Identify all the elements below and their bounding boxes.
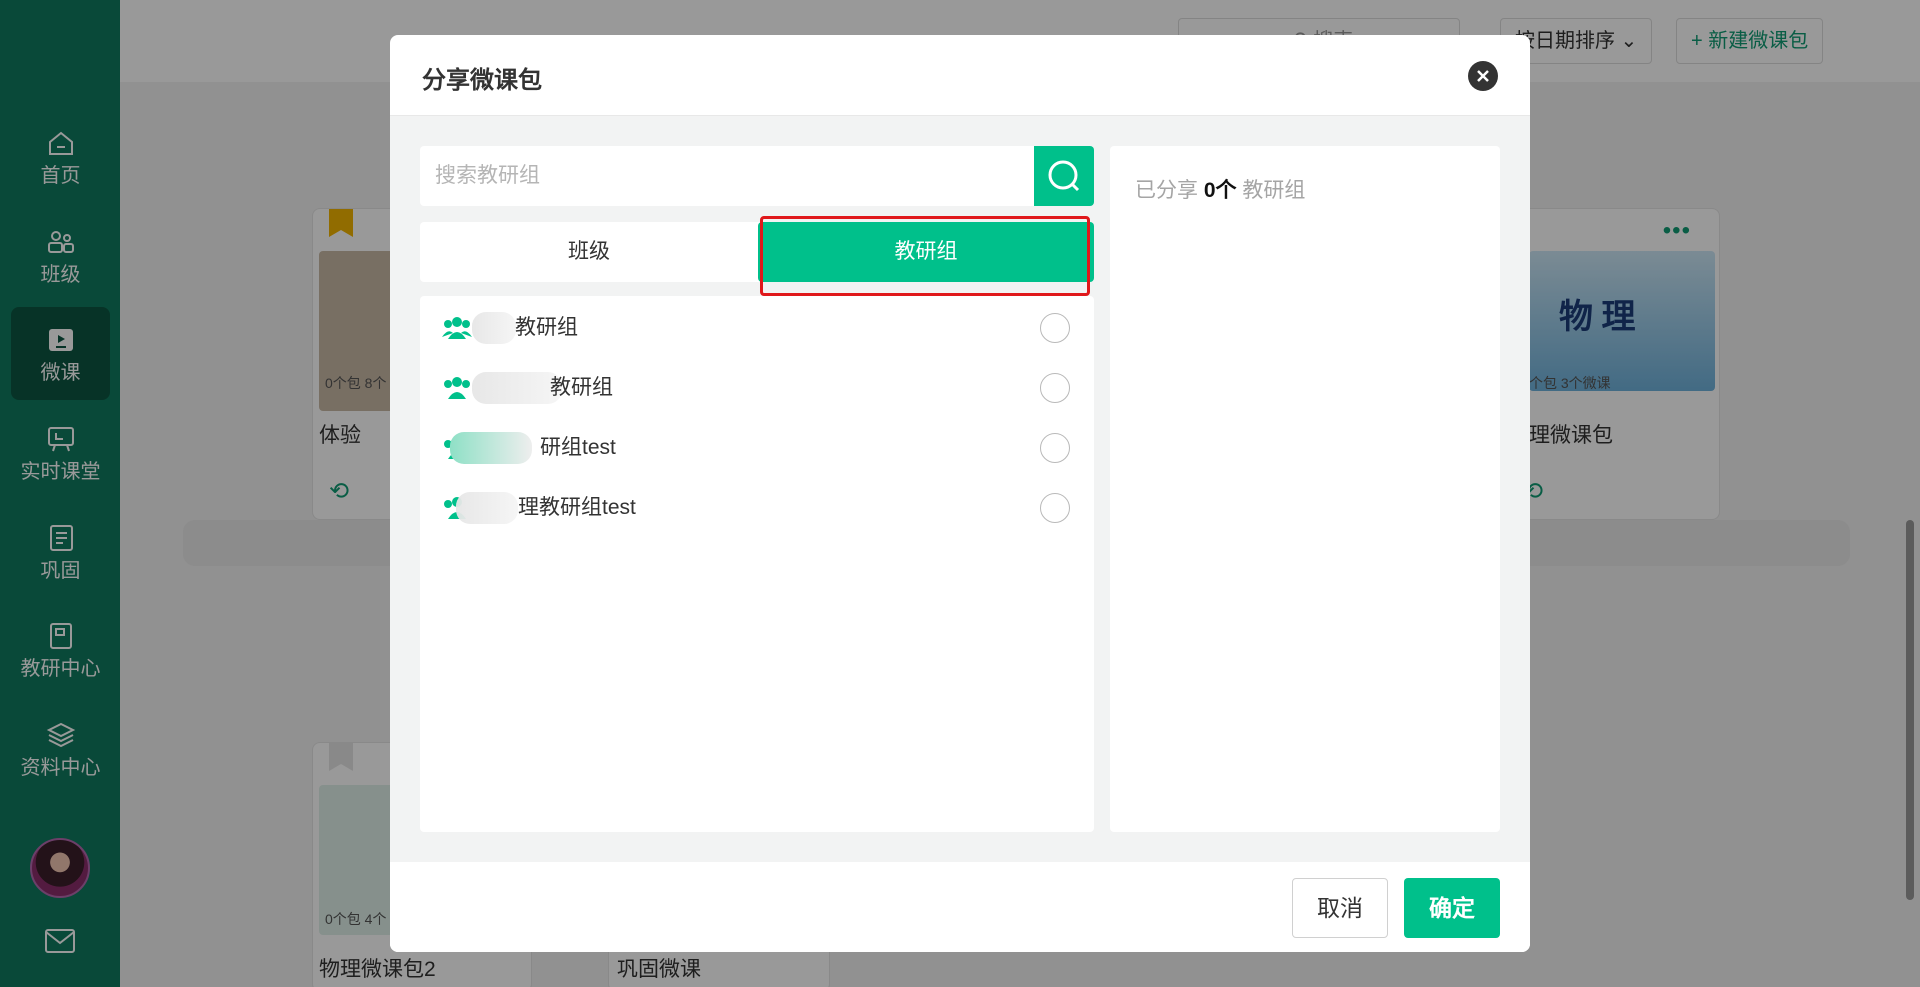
shared-panel: 已分享 0个 教研组: [1110, 146, 1500, 832]
close-icon: [1477, 70, 1489, 82]
dialog-body: 班级 教研组 教研组 教研组 研组test: [390, 116, 1530, 862]
shared-count: 0个: [1203, 179, 1237, 202]
shared-suffix: 教研组: [1242, 179, 1306, 202]
group-icon: [444, 377, 470, 399]
redacted-text: [450, 432, 532, 464]
tab-bar: 班级 教研组: [420, 222, 1094, 282]
group-search-input[interactable]: [420, 146, 1034, 206]
list-item[interactable]: 研组test: [420, 418, 1094, 478]
dialog-header: 分享微课包: [390, 35, 1530, 116]
list-item[interactable]: 理教研组test: [420, 478, 1094, 538]
close-button[interactable]: [1468, 61, 1498, 91]
cancel-button[interactable]: 取消: [1292, 878, 1388, 938]
group-radio[interactable]: [1040, 313, 1070, 343]
group-icon: [442, 317, 472, 339]
list-item[interactable]: 教研组: [420, 358, 1094, 418]
group-name: 研组test: [540, 436, 616, 459]
group-radio[interactable]: [1040, 433, 1070, 463]
group-radio[interactable]: [1040, 493, 1070, 523]
group-list: 教研组 教研组 研组test 理教研组test: [420, 296, 1094, 832]
redacted-text: [472, 312, 516, 344]
group-name: 教研组: [550, 376, 613, 399]
list-item[interactable]: 教研组: [420, 298, 1094, 358]
search-button[interactable]: [1034, 146, 1094, 206]
tab-research-group[interactable]: 教研组: [758, 222, 1094, 282]
group-name: 理教研组test: [518, 496, 636, 519]
share-dialog: 分享微课包 班级 教研组 教研组 教研组: [390, 35, 1530, 952]
group-search-field: [420, 146, 1034, 206]
group-radio[interactable]: [1040, 373, 1070, 403]
redacted-text: [472, 372, 562, 404]
shared-count-text: 已分享 0个 教研组: [1135, 174, 1305, 204]
group-name: 教研组: [515, 316, 578, 339]
dialog-title: 分享微课包: [422, 67, 542, 94]
shared-prefix: 已分享: [1135, 179, 1198, 202]
search-icon: [1048, 160, 1080, 192]
confirm-button[interactable]: 确定: [1404, 878, 1500, 938]
tab-class[interactable]: 班级: [420, 222, 758, 282]
redacted-text: [456, 492, 518, 524]
dialog-footer: 取消 确定: [390, 862, 1530, 952]
